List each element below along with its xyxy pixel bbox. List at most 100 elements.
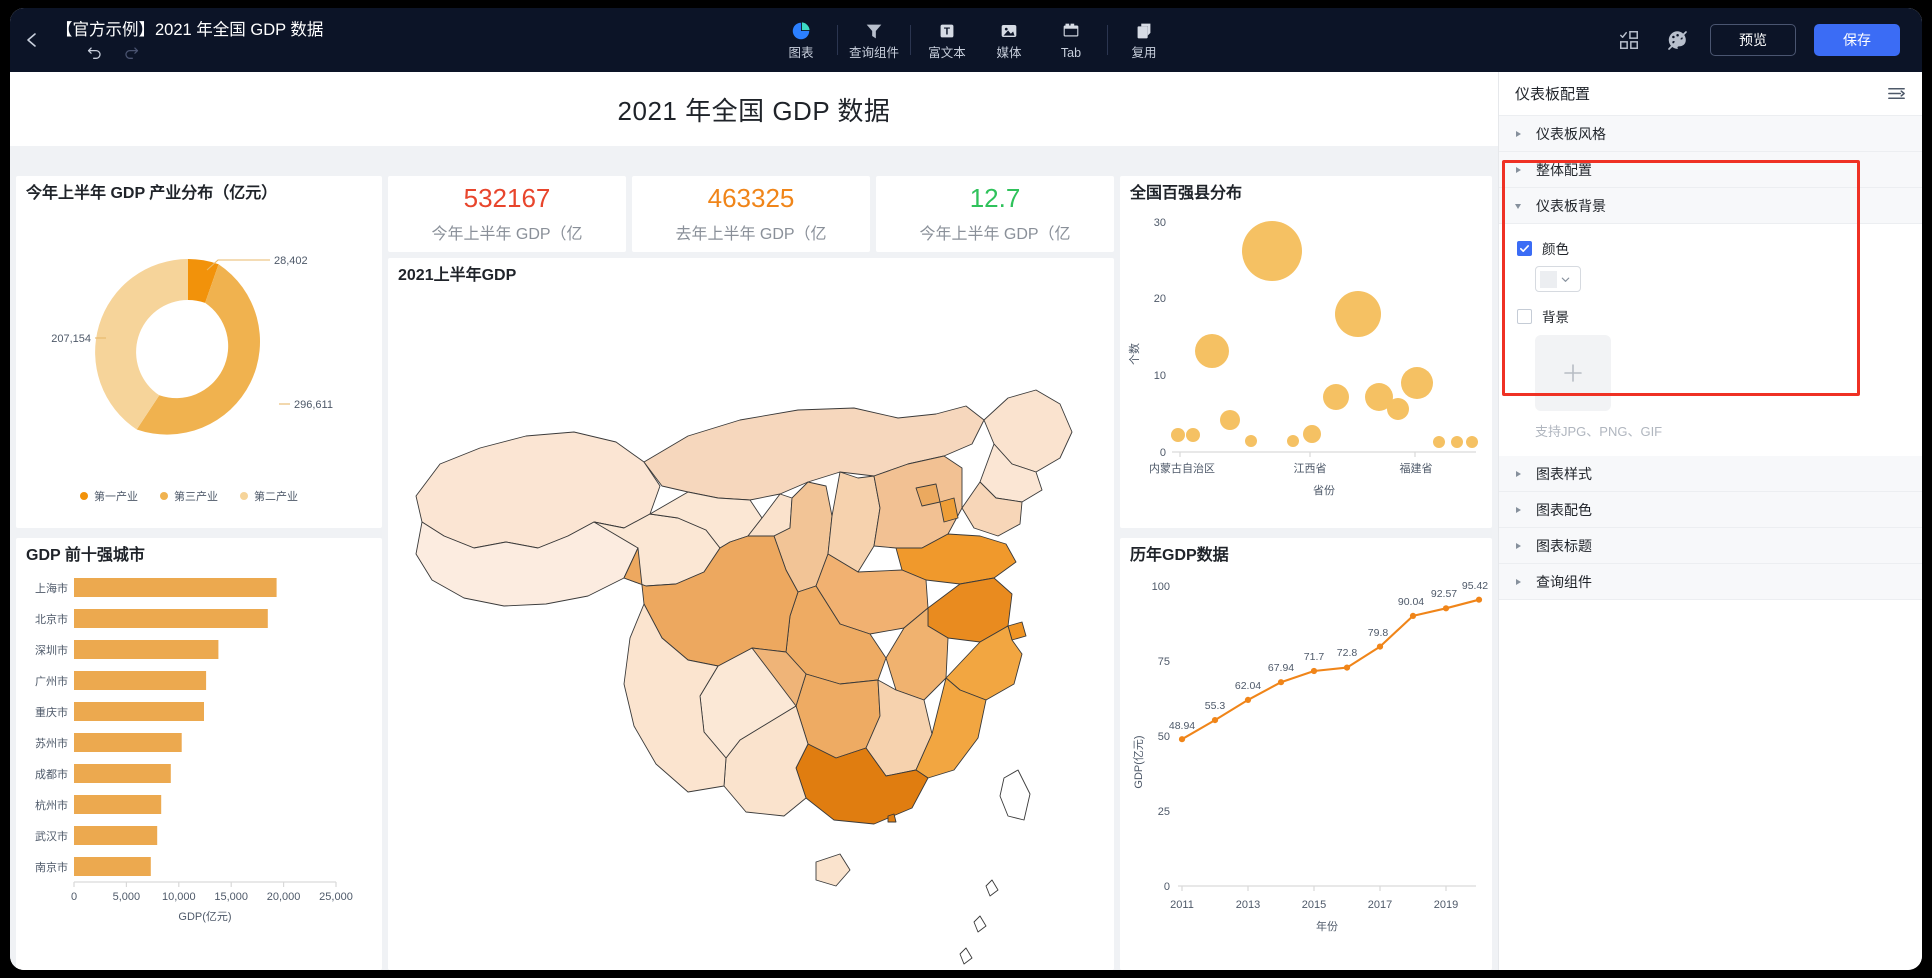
horizontal-bar-chart: 上海市 北京市 深圳市 广州市 重庆市 苏州市 成都市 杭州市 武汉市 南京市 — [35, 578, 353, 923]
line-chart: 0 25 50 75 100 GDP(亿元) 2011 2013 2015 20… — [1132, 580, 1488, 933]
chart-title: 2021上半年GDP — [398, 267, 517, 284]
background-image-checkbox[interactable] — [1517, 308, 1532, 324]
ytick-label: 75 — [1158, 656, 1170, 668]
donut-label-value: 207,154 — [51, 333, 91, 345]
copy-icon — [1137, 23, 1151, 39]
ytick-label: 10 — [1154, 370, 1166, 382]
xtick-label: 20,000 — [267, 891, 301, 903]
chart-card-china-map[interactable]: 2021上半年GDP — [388, 258, 1114, 970]
point-label: 48.94 — [1169, 720, 1195, 732]
palette-icon — [1668, 31, 1687, 50]
tool-media[interactable]: 媒体 — [978, 10, 1040, 70]
theme-button[interactable] — [1662, 25, 1692, 55]
bar-category-labels: 上海市 北京市 深圳市 广州市 重庆市 苏州市 成都市 杭州市 武汉市 南京市 — [35, 581, 68, 874]
tool-query-component[interactable]: 查询组件 — [843, 10, 905, 70]
point-label: 72.8 — [1337, 647, 1358, 659]
chart-title: 全国百强县分布 — [1130, 185, 1243, 202]
background-image-label: 背景 — [1542, 310, 1569, 325]
toolbar-divider — [1107, 25, 1108, 55]
china-choropleth-map — [415, 389, 1073, 965]
chart-card-top10-cities[interactable]: GDP 前十强城市 上海市 北京市 深圳市 广州市 重庆市 苏州市 成都市 杭州… — [16, 538, 382, 970]
upload-format-hint: 支持JPG、PNG、GIF — [1535, 424, 1663, 439]
tool-tab[interactable]: Tab — [1040, 10, 1102, 70]
config-section-label: 查询组件 — [1536, 573, 1592, 590]
svg-text:T: T — [944, 27, 951, 38]
kpi-value: 463325 — [707, 183, 795, 213]
tool-rich-text[interactable]: T 富文本 — [916, 10, 978, 70]
chart-title: GDP 前十强城市 — [26, 547, 145, 564]
ytick-label: 50 — [1158, 731, 1170, 743]
xtick-label: 0 — [71, 891, 77, 903]
redo-icon[interactable] — [123, 43, 140, 60]
xtick-label: 2017 — [1368, 899, 1392, 911]
kpi-value: 12.7 — [969, 183, 1021, 213]
config-section-query-component[interactable]: 查询组件 — [1499, 564, 1922, 600]
point-label: 71.7 — [1304, 651, 1325, 663]
line-ytick-labels: 0 25 50 75 100 — [1152, 581, 1170, 893]
kpi-card-current-half-gdp[interactable]: 532167 今年上半年 GDP（亿 — [388, 176, 626, 252]
background-color-checkbox[interactable] — [1517, 240, 1532, 256]
tool-label: 富文本 — [928, 46, 966, 60]
dashboard-canvas: 2021 年全国 GDP 数据 今年上半年 GDP 产业分布（亿元） 28,40… — [10, 72, 1498, 970]
chart-card-top100-counties[interactable]: 全国百强县分布 0 10 20 30 个数 内蒙古自治区 江西省 福建省 省份 — [1120, 176, 1492, 528]
config-section-dashboard-style[interactable]: 仪表板风格 — [1499, 116, 1922, 152]
config-section-global-config[interactable]: 整体配置 — [1499, 152, 1922, 188]
line-point-labels: 48.94 55.3 62.04 67.94 71.7 72.8 79.8 90… — [1169, 580, 1488, 732]
chart-card-gdp-by-year[interactable]: 历年GDP数据 0 25 50 75 100 GDP(亿元) 2011 2013… — [1120, 538, 1492, 970]
background-color-picker[interactable] — [1535, 266, 1581, 292]
scatter-xtick-labels: 内蒙古自治区 江西省 福建省 — [1149, 461, 1433, 475]
undo-icon[interactable] — [86, 43, 103, 60]
tab-icon — [1063, 23, 1079, 37]
config-section-label: 图表标题 — [1536, 537, 1592, 554]
save-button[interactable]: 保存 — [1814, 24, 1900, 56]
background-color-option: 颜色 — [1499, 224, 1922, 258]
config-section-chart-style[interactable]: 图表样式 — [1499, 456, 1922, 492]
point-label: 92.57 — [1431, 588, 1457, 600]
bar-category-label: 成都市 — [35, 767, 68, 781]
kpi-value: 532167 — [463, 183, 551, 213]
line-xtick-labels: 2011 2013 2015 2017 2019 — [1170, 899, 1458, 911]
kpi-label: 去年上半年 GDP（亿 — [675, 226, 827, 243]
point-label: 79.8 — [1368, 627, 1389, 639]
bar-category-label: 南京市 — [35, 860, 68, 874]
point-label: 62.04 — [1235, 680, 1261, 692]
config-panel: 仪表板配置 仪表板风格 整体配置 仪表板背景 颜色 背景 支持JPG、PNG、G… — [1498, 72, 1922, 970]
ytick-label: 0 — [1160, 447, 1166, 459]
y-axis-title: 个数 — [1128, 343, 1141, 365]
background-image-upload[interactable] — [1535, 335, 1611, 411]
list-settings-icon[interactable] — [1887, 84, 1906, 103]
config-section-dashboard-background[interactable]: 仪表板背景 — [1499, 188, 1922, 224]
kpi-card-last-half-gdp[interactable]: 463325 去年上半年 GDP（亿 — [632, 176, 870, 252]
back-button[interactable] — [10, 8, 54, 72]
chart-card-industry-donut[interactable]: 今年上半年 GDP 产业分布（亿元） 28,402 296,611 207,15… — [16, 176, 382, 528]
xtick-label: 2019 — [1434, 899, 1458, 911]
tool-label: Tab — [1060, 46, 1082, 60]
tool-label: 查询组件 — [848, 46, 899, 60]
config-section-chart-title[interactable]: 图表标题 — [1499, 528, 1922, 564]
bar-category-label: 杭州市 — [35, 798, 68, 812]
layout-grid-button[interactable] — [1614, 25, 1644, 55]
layout-grid-icon — [1620, 31, 1638, 49]
xtick-label: 15,000 — [214, 891, 248, 903]
legend-label: 第一产业 — [94, 489, 138, 503]
chevron-right-icon — [1514, 166, 1524, 174]
legend-label: 第二产业 — [254, 489, 298, 503]
x-axis-title: 年份 — [1316, 919, 1338, 933]
dashboard-title: 2021 年全国 GDP 数据 — [617, 95, 891, 126]
kpi-card-growth-rate[interactable]: 12.7 今年上半年 GDP（亿 — [876, 176, 1114, 252]
header-actions: 预览 保存 — [1614, 8, 1900, 72]
preview-button[interactable]: 预览 — [1710, 24, 1796, 56]
tool-reuse[interactable]: 复用 — [1113, 10, 1175, 70]
tool-chart[interactable]: 图表 — [770, 10, 832, 70]
config-section-chart-palette[interactable]: 图表配色 — [1499, 492, 1922, 528]
bar-category-label: 广州市 — [35, 674, 68, 688]
point-label: 90.04 — [1398, 596, 1424, 608]
chevron-right-icon — [1514, 130, 1524, 138]
bar-category-label: 武汉市 — [35, 829, 68, 843]
line-series — [1180, 598, 1481, 741]
bar-xtick-labels: 0 5,000 10,000 15,000 20,000 25,000 — [71, 891, 353, 903]
config-section-label: 仪表板背景 — [1536, 197, 1606, 214]
kpi-label: 今年上半年 GDP（亿 — [431, 226, 583, 243]
xtick-label: 10,000 — [162, 891, 196, 903]
chevron-down-icon — [1561, 277, 1570, 282]
